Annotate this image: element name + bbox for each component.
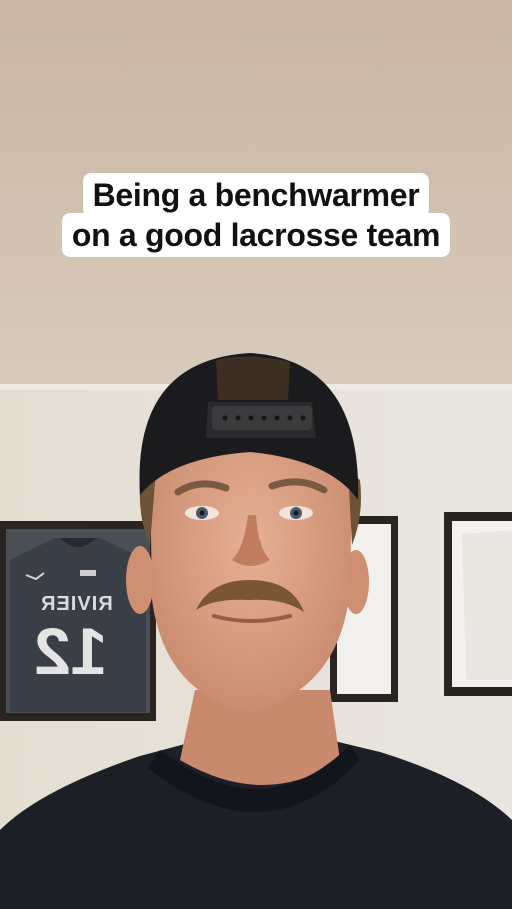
jersey-name-text: RIVIER — [40, 593, 113, 615]
framed-jersey-right — [444, 512, 512, 696]
right-eye — [279, 506, 313, 520]
left-ear — [126, 546, 154, 614]
left-eye — [185, 506, 219, 520]
caption-line-1: Being a benchwarmer — [82, 173, 430, 217]
caption-line-2: on a good lacrosse team — [61, 213, 451, 257]
background-photo — [0, 0, 512, 909]
jersey-number-text: 12 — [34, 614, 108, 688]
caption-overlay: Being a benchwarmer on a good lacrosse t… — [0, 173, 512, 257]
video-frame: RIVIER 12 Being a benchwarmer on a good … — [0, 0, 512, 909]
